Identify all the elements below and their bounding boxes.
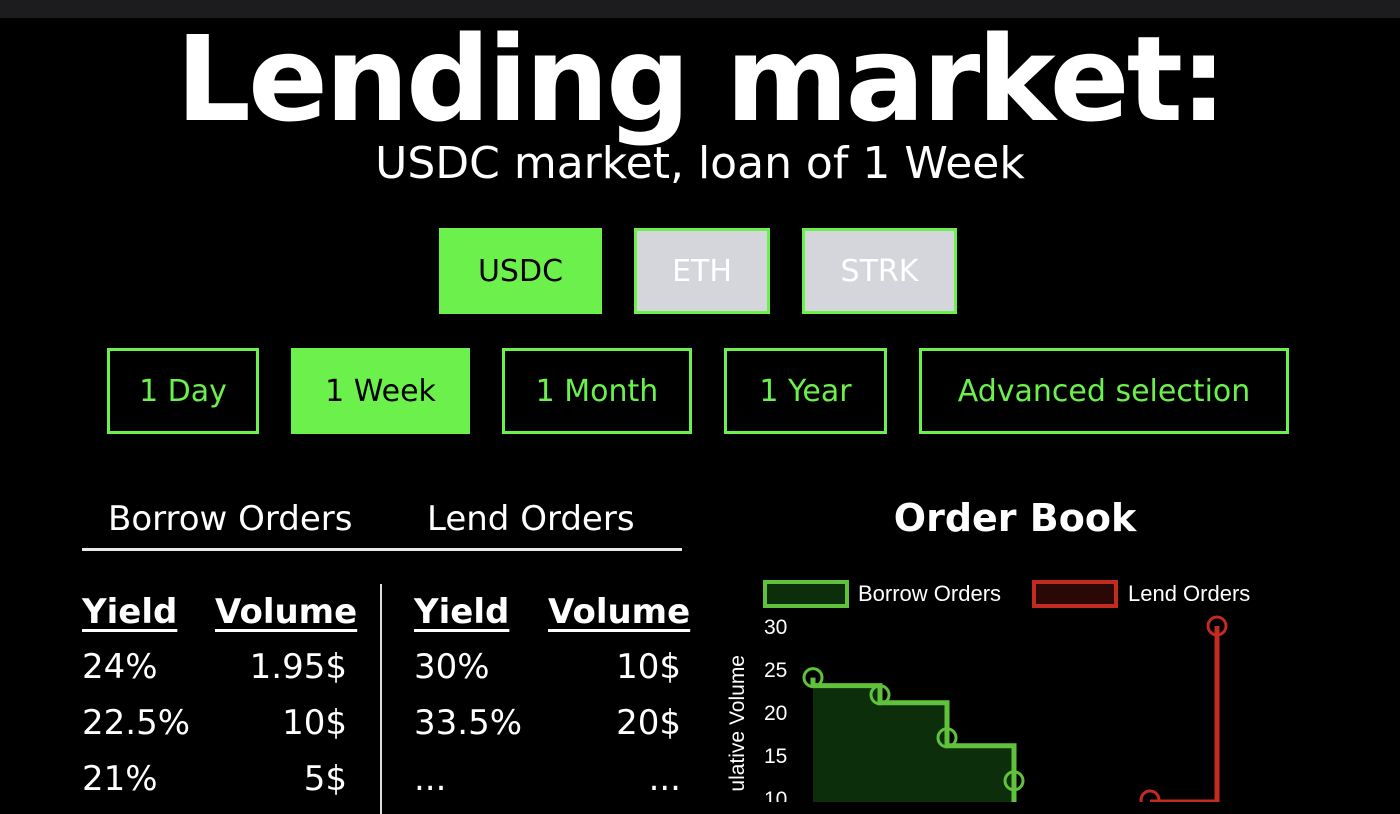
y-tick-label-15: 15 (764, 745, 787, 768)
borrow-row-3-yield: 21% (82, 759, 158, 799)
borrow-volume-header: Volume (215, 592, 358, 632)
asset-usdc-button[interactable]: USDC (439, 228, 602, 314)
duration-1-day-button[interactable]: 1 Day (107, 348, 259, 434)
legend-lend-swatch (1032, 580, 1118, 608)
borrow-row-3-volume: 5$ (303, 759, 347, 799)
borrow-row-2-volume: 10$ (282, 703, 347, 743)
borrow-row-1-yield: 24% (82, 647, 158, 687)
lend-row-2-volume: 20$ (616, 703, 681, 743)
lend-row-2-yield: 33.5% (414, 703, 523, 743)
borrow-series-area (813, 677, 1014, 802)
lend-series-area (1150, 626, 1217, 802)
borrow-row-2-yield: 22.5% (82, 703, 191, 743)
lend-row-1-yield: 30% (414, 647, 490, 687)
y-tick-label-20: 20 (764, 702, 787, 725)
legend-lend-label: Lend Orders (1128, 581, 1250, 606)
borrow-yield-header: Yield (82, 592, 178, 632)
order-book-title: Order Book (893, 496, 1137, 540)
page-subtitle: USDC market, loan of 1 Week (375, 138, 1025, 189)
lend-row-3-volume: ... (648, 759, 681, 799)
lend-row-3-yield: ... (414, 759, 447, 799)
duration-1-year-button[interactable]: 1 Year (724, 348, 887, 434)
page-title: Lending market: (175, 10, 1227, 148)
duration-1-month-button[interactable]: 1 Month (502, 348, 692, 434)
borrow-row-1-volume: 1.95$ (249, 647, 347, 687)
table-divider (380, 584, 382, 814)
advanced-selection-button[interactable]: Advanced selection (919, 348, 1289, 434)
lend-volume-header: Volume (548, 592, 691, 632)
legend-borrow-swatch (763, 580, 849, 608)
y-tick-label-30: 30 (764, 616, 787, 639)
lend-row-1-volume: 10$ (616, 647, 681, 687)
orders-tabs: Borrow Orders Lend Orders (82, 496, 682, 551)
asset-strk-button[interactable]: STRK (802, 228, 957, 314)
asset-eth-button[interactable]: ETH (634, 228, 770, 314)
lend-series-line (1150, 626, 1220, 802)
legend-borrow-label: Borrow Orders (858, 581, 1001, 606)
tab-lend-orders[interactable]: Lend Orders (427, 496, 635, 542)
duration-1-week-button[interactable]: 1 Week (291, 348, 470, 434)
order-book-chart: Borrow Orders Lend Orders ulative Volume 30… (726, 580, 1250, 802)
tab-borrow-orders[interactable]: Borrow Orders (108, 496, 353, 542)
lend-yield-header: Yield (414, 592, 510, 632)
y-tick-label-25: 25 (764, 659, 787, 682)
y-tick-label-10: 10 (764, 788, 787, 802)
y-axis-label: ulative Volume (726, 655, 749, 792)
